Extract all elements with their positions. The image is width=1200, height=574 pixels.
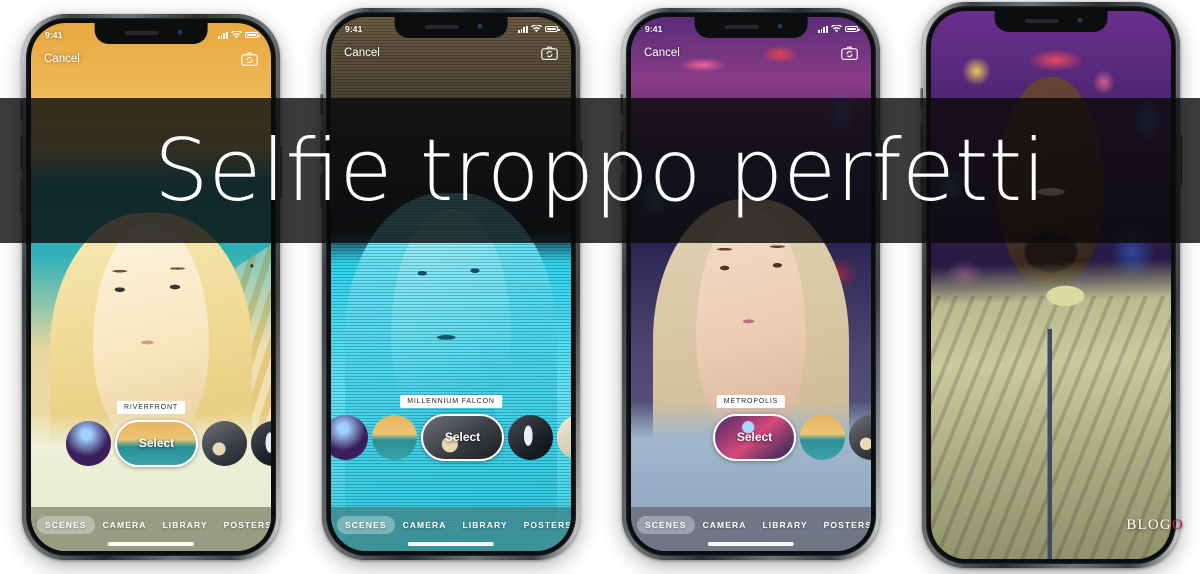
watermark-main: BLOG <box>1126 517 1172 533</box>
headline-text: Selfie troppo perfetti <box>153 120 1047 221</box>
screenshot-root: 9:41 Cancel RIVERFRONT Select SCENES CAM… <box>0 0 1200 574</box>
wifi-icon <box>831 25 842 33</box>
metropolis-thumb[interactable]: Select <box>713 413 796 461</box>
front-camera-icon <box>177 30 183 35</box>
scene-carousel[interactable]: Select <box>631 413 871 461</box>
status-indicators <box>517 25 560 33</box>
front-camera-icon <box>777 24 783 29</box>
tab-scenes[interactable]: SCENES <box>337 516 395 534</box>
wifi-icon <box>231 31 242 39</box>
nav-row: Cancel <box>331 40 571 66</box>
select-button-label[interactable]: Select <box>445 430 480 444</box>
bb8-droid-thumb[interactable] <box>849 414 871 460</box>
phone-3: 9:41 Cancel METROPOLIS Select SCENES CAM… <box>620 8 882 560</box>
falcon-interior-thumb[interactable] <box>251 420 271 466</box>
nav-row: Cancel <box>31 46 271 72</box>
tab-posters[interactable]: POSTERS <box>816 516 871 534</box>
phone-4-preview <box>931 11 1171 559</box>
status-time: 9:41 <box>645 24 663 34</box>
select-button-label[interactable]: Select <box>737 430 772 444</box>
signal-bars-icon <box>517 25 528 33</box>
tab-library[interactable]: LIBRARY <box>154 516 215 534</box>
phone-4 <box>920 2 1182 568</box>
tab-posters[interactable]: POSTERS <box>216 516 271 534</box>
cancel-button[interactable]: Cancel <box>344 47 380 59</box>
front-camera-icon <box>1077 18 1083 23</box>
status-time: 9:41 <box>45 30 63 40</box>
battery-icon <box>845 25 860 33</box>
tab-posters[interactable]: POSTERS <box>516 516 571 534</box>
notch <box>94 23 208 44</box>
camera-flip-icon[interactable] <box>841 46 858 60</box>
scene-carousel[interactable]: Select <box>331 413 571 461</box>
battery-icon <box>545 25 560 33</box>
notch <box>394 17 508 38</box>
tab-library[interactable]: LIBRARY <box>454 516 515 534</box>
jacket-collar <box>931 11 1171 559</box>
front-camera-icon <box>477 24 483 29</box>
phone-2: 9:41 Cancel MILLENNIUM FALCON Select SCE… <box>320 8 582 560</box>
home-indicator[interactable] <box>707 542 795 546</box>
tab-library[interactable]: LIBRARY <box>754 516 815 534</box>
status-indicators <box>217 31 260 39</box>
riverfront-thumb[interactable] <box>372 414 417 460</box>
phone-4-screen[interactable] <box>931 11 1171 559</box>
tab-camera[interactable]: CAMERA <box>395 516 455 534</box>
scene-name-chip: MILLENNIUM FALCON <box>400 395 502 408</box>
home-indicator[interactable] <box>407 542 495 546</box>
tab-scenes[interactable]: SCENES <box>37 516 95 534</box>
scene-name-chip: RIVERFRONT <box>117 401 185 414</box>
camera-flip-icon[interactable] <box>241 52 258 66</box>
wifi-icon <box>531 25 542 33</box>
earpiece-speaker <box>725 25 759 29</box>
select-button-label[interactable]: Select <box>139 436 174 450</box>
nav-row: Cancel <box>631 40 871 66</box>
scene-carousel[interactable]: Select <box>31 419 271 467</box>
metropolis-thumb[interactable] <box>331 414 368 460</box>
blogo-watermark: BLOGO <box>1126 517 1184 534</box>
earpiece-speaker <box>425 25 459 29</box>
sketch-scene-thumb[interactable] <box>557 414 571 460</box>
signal-bars-icon <box>217 31 228 39</box>
camera-flip-icon[interactable] <box>541 46 558 60</box>
riverfront-thumb[interactable] <box>800 414 845 460</box>
notch <box>694 17 808 38</box>
signal-bars-icon <box>817 25 828 33</box>
status-indicators <box>817 25 860 33</box>
cancel-button[interactable]: Cancel <box>644 47 680 59</box>
metropolis-thumb[interactable] <box>66 420 111 466</box>
riverfront-thumb[interactable]: Select <box>115 419 198 467</box>
battery-icon <box>245 31 260 39</box>
falcon-interior-thumb[interactable] <box>508 414 553 460</box>
phone-1: 9:41 Cancel RIVERFRONT Select SCENES CAM… <box>20 14 282 560</box>
tab-camera[interactable]: CAMERA <box>695 516 755 534</box>
bb8-droid-thumb[interactable]: Select <box>421 413 504 461</box>
home-indicator[interactable] <box>107 542 195 546</box>
headline-banner: Selfie troppo perfetti <box>0 98 1200 243</box>
earpiece-speaker <box>125 31 159 35</box>
tab-camera[interactable]: CAMERA <box>95 516 155 534</box>
status-time: 9:41 <box>345 24 363 34</box>
cancel-button[interactable]: Cancel <box>44 53 80 65</box>
scene-name-chip: METROPOLIS <box>716 395 786 408</box>
watermark-accent: O <box>1171 517 1184 533</box>
notch <box>994 11 1108 32</box>
earpiece-speaker <box>1025 19 1059 23</box>
bb8-droid-thumb[interactable] <box>202 420 247 466</box>
tab-scenes[interactable]: SCENES <box>637 516 695 534</box>
